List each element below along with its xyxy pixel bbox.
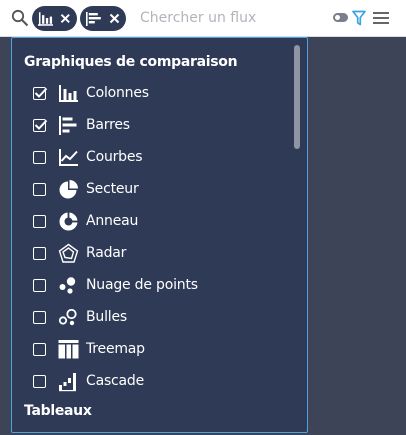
checkbox[interactable] xyxy=(33,151,46,164)
item-label: Barres xyxy=(86,117,130,133)
waterfall-chart-icon xyxy=(59,373,76,392)
item-label: Courbes xyxy=(86,149,143,165)
filter-chip-columns[interactable] xyxy=(32,6,77,31)
chip-remove-icon[interactable] xyxy=(109,13,120,24)
bubble-chart-icon xyxy=(58,308,77,326)
column-chart-icon xyxy=(38,11,54,26)
checkbox[interactable] xyxy=(33,87,48,100)
item-label: Radar xyxy=(86,245,127,261)
checkbox[interactable] xyxy=(33,215,46,228)
radar-chart-icon xyxy=(58,243,79,263)
bar-chart-icon xyxy=(86,11,101,26)
checkbox[interactable] xyxy=(33,279,46,292)
item-label: Colonnes xyxy=(86,85,149,101)
list-item-barres[interactable]: Barres xyxy=(33,113,283,139)
checkbox[interactable] xyxy=(33,247,46,260)
group-title-comparison: Graphiques de comparaison xyxy=(24,54,238,70)
list-item-courbes[interactable]: Courbes xyxy=(33,145,283,171)
chip-remove-icon[interactable] xyxy=(60,13,71,24)
item-label: Secteur xyxy=(86,181,139,197)
checkbox[interactable] xyxy=(33,311,46,324)
bar-chart-icon xyxy=(59,116,77,135)
list-item-cascade[interactable]: Cascade xyxy=(33,369,283,395)
item-label: Bulles xyxy=(86,309,127,325)
filter-chip-bars[interactable] xyxy=(80,6,126,31)
list-item-treemap[interactable]: Treemap xyxy=(33,337,283,363)
chart-type-dropdown: Graphiques de comparaison Colonnes Barre… xyxy=(11,37,308,433)
hamburger-menu-icon[interactable] xyxy=(372,10,390,26)
search-input[interactable] xyxy=(140,8,320,28)
list-item-anneau[interactable]: Anneau xyxy=(33,209,283,235)
pie-chart-icon xyxy=(59,180,78,199)
item-label: Cascade xyxy=(86,373,145,389)
scrollbar-thumb[interactable] xyxy=(294,45,300,149)
toggle-switch[interactable] xyxy=(333,13,348,22)
item-label: Treemap xyxy=(86,341,145,357)
item-label: Anneau xyxy=(86,213,139,229)
list-item-bulles[interactable]: Bulles xyxy=(33,305,283,331)
toggle-knob xyxy=(335,15,340,20)
checkbox[interactable] xyxy=(33,375,46,388)
item-label: Nuage de points xyxy=(86,277,198,293)
checkbox[interactable] xyxy=(33,343,46,356)
donut-chart-icon xyxy=(59,212,78,231)
list-item-radar[interactable]: Radar xyxy=(33,241,283,267)
checkbox[interactable] xyxy=(33,183,46,196)
checkmark-icon xyxy=(34,87,48,98)
group-title-tables: Tableaux xyxy=(24,403,92,419)
line-chart-icon xyxy=(59,149,78,166)
list-item-secteur[interactable]: Secteur xyxy=(33,177,283,203)
column-chart-icon xyxy=(59,85,78,102)
filter-icon[interactable] xyxy=(352,10,366,26)
checkmark-icon xyxy=(34,119,48,130)
scatter-chart-icon xyxy=(59,277,76,294)
treemap-icon xyxy=(58,340,79,359)
search-bar xyxy=(0,0,406,37)
list-item-colonnes[interactable]: Colonnes xyxy=(33,81,283,107)
list-item-nuage-de-points[interactable]: Nuage de points xyxy=(33,273,283,299)
checkbox[interactable] xyxy=(33,119,48,132)
search-icon[interactable] xyxy=(11,9,29,27)
